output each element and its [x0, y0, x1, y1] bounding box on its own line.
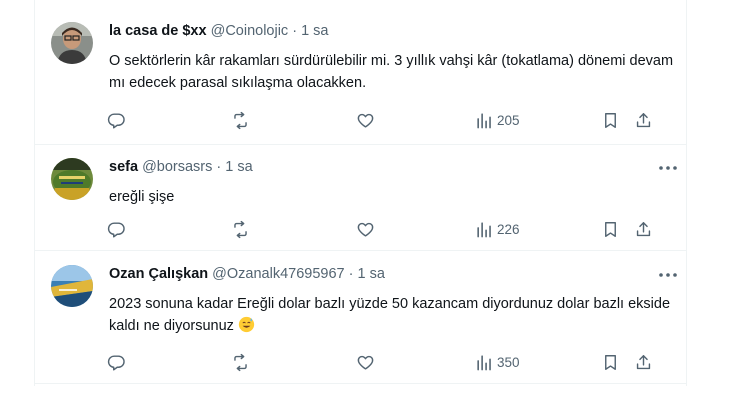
reply-icon — [107, 354, 125, 370]
avatar[interactable] — [51, 22, 93, 64]
share-button[interactable] — [634, 108, 653, 132]
tweet-header: la casa de $xx @Coinolojic · 1 sa — [109, 23, 329, 39]
like-button[interactable] — [356, 217, 375, 241]
action-bar: 226 — [107, 217, 667, 241]
reply-button[interactable] — [107, 108, 126, 132]
display-name[interactable]: sefa — [109, 159, 138, 175]
retweet-button[interactable] — [231, 108, 250, 132]
reply-button[interactable] — [107, 350, 126, 374]
separator-dot: · — [216, 159, 222, 175]
tweet[interactable]: la casa de $xx @Coinolojic · 1 sa O sekt… — [35, 10, 686, 145]
tweet-header: sefa @borsasrs · 1 sa — [109, 159, 253, 175]
heart-icon — [357, 222, 374, 237]
bookmark-button[interactable] — [601, 350, 620, 374]
share-icon — [636, 221, 651, 236]
timestamp[interactable]: 1 sa — [358, 266, 385, 282]
view-count: 350 — [497, 354, 520, 370]
more-dots-icon — [659, 273, 677, 277]
retweet-icon — [234, 220, 247, 238]
bookmark-icon — [605, 221, 616, 237]
like-button[interactable] — [356, 350, 375, 374]
bookmark-icon — [605, 112, 616, 128]
display-name[interactable]: Ozan Çalışkan — [109, 266, 208, 282]
like-button[interactable] — [356, 108, 375, 132]
reply-icon — [107, 221, 125, 237]
tweet[interactable]: sefa @borsasrs · 1 sa ereğli şişe 226 — [35, 146, 686, 251]
share-icon — [636, 354, 651, 369]
heart-icon — [357, 355, 374, 370]
view-count: 226 — [497, 221, 520, 237]
reply-feed: la casa de $xx @Coinolojic · 1 sa O sekt… — [34, 0, 687, 386]
avatar[interactable] — [51, 265, 93, 307]
reply-button[interactable] — [107, 217, 126, 241]
heart-icon — [357, 113, 374, 128]
views-chart-icon — [477, 221, 491, 237]
retweet-button[interactable] — [231, 350, 250, 374]
share-button[interactable] — [634, 350, 653, 374]
avatar[interactable] — [51, 158, 93, 200]
views-chart-icon — [477, 112, 491, 128]
separator-dot: · — [348, 266, 354, 282]
sweat-smile-emoji — [238, 316, 255, 333]
reply-icon — [107, 112, 125, 128]
timestamp[interactable]: 1 sa — [225, 159, 252, 175]
views-button[interactable]: 205 — [475, 108, 520, 132]
tweet-text: ereğli şişe — [109, 189, 175, 205]
views-chart-icon — [477, 354, 491, 370]
views-button[interactable]: 350 — [475, 350, 520, 374]
retweet-icon — [234, 353, 247, 371]
bookmark-button[interactable] — [601, 108, 620, 132]
timestamp[interactable]: 1 sa — [301, 23, 328, 39]
retweet-icon — [234, 111, 247, 129]
share-button[interactable] — [634, 217, 653, 241]
tweet-header: Ozan Çalışkan @Ozanalk47695967 · 1 sa — [109, 266, 385, 282]
user-handle[interactable]: @Ozanalk47695967 — [212, 266, 344, 282]
retweet-button[interactable] — [231, 217, 250, 241]
tweet-text: O sektörlerin kâr rakamları sürdürülebil… — [109, 53, 674, 91]
action-bar: 350 — [107, 350, 667, 374]
bookmark-icon — [605, 354, 616, 370]
view-count: 205 — [497, 112, 520, 128]
tweet-text-content: 2023 sonuna kadar Ereğli dolar bazlı yüz… — [109, 296, 671, 334]
action-bar: 205 — [107, 108, 667, 132]
more-dots-icon — [659, 166, 677, 170]
display-name[interactable]: la casa de $xx — [109, 23, 207, 39]
bookmark-button[interactable] — [601, 217, 620, 241]
tweet-text: 2023 sonuna kadar Ereğli dolar bazlı yüz… — [109, 293, 679, 337]
views-button[interactable]: 226 — [475, 217, 520, 241]
more-button[interactable] — [656, 267, 680, 283]
separator-dot: · — [292, 23, 298, 39]
share-icon — [636, 112, 651, 127]
user-handle[interactable]: @borsasrs — [142, 159, 212, 175]
more-button[interactable] — [656, 160, 680, 176]
user-handle[interactable]: @Coinolojic — [211, 23, 289, 39]
tweet[interactable]: Ozan Çalışkan @Ozanalk47695967 · 1 sa 20… — [35, 253, 686, 384]
